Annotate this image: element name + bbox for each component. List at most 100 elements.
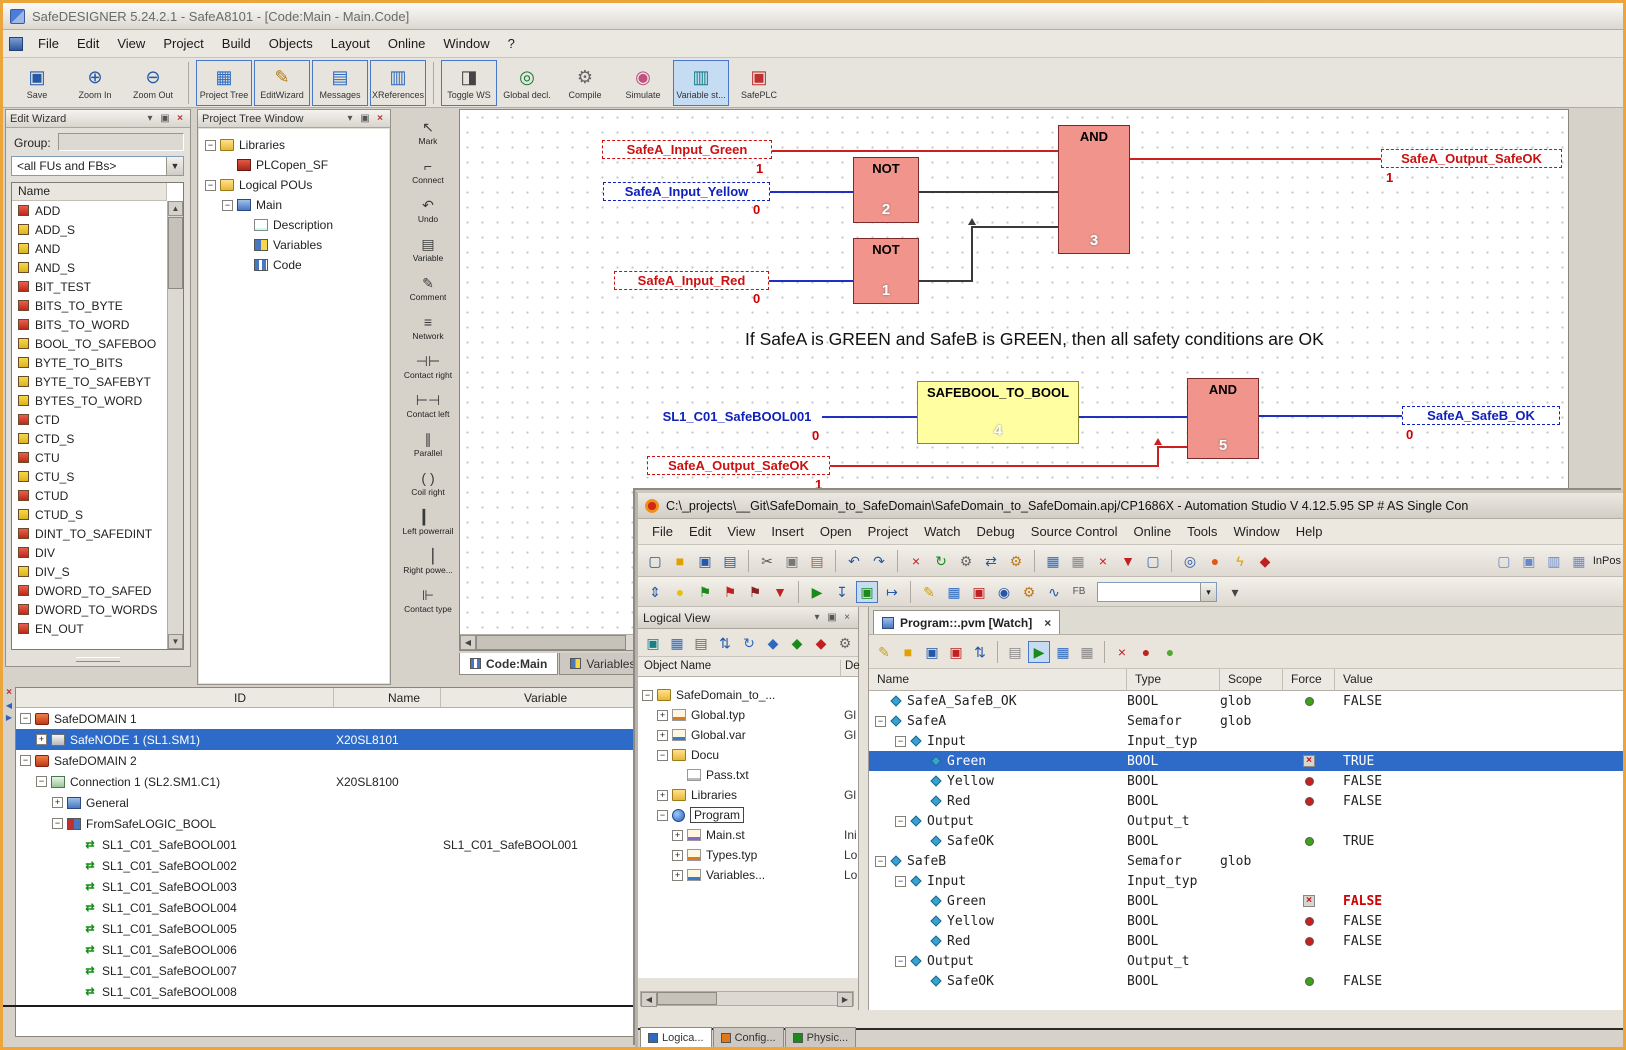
fb-item-bits-to-word[interactable]: BITS_TO_WORD	[12, 315, 183, 334]
comment-tool[interactable]: ✎ Comment	[399, 269, 457, 308]
lv-item-docu[interactable]: − Docu	[638, 745, 858, 765]
close-icon[interactable]: ×	[1044, 616, 1051, 630]
dock-arrow-icon[interactable]: ▾	[344, 113, 356, 124]
tree-item-main[interactable]: − Main	[199, 195, 389, 215]
force-button[interactable]: ▣	[968, 581, 990, 603]
toggle-ws-button[interactable]: ◨ Toggle WS	[441, 59, 497, 106]
variable-tool[interactable]: ▤ Variable	[399, 230, 457, 269]
save-all-button[interactable]: ▤	[719, 550, 741, 572]
expand-view-button[interactable]: ⇕	[644, 581, 666, 603]
fbd-var-safea-input-red[interactable]: SafeA_Input_Red	[614, 271, 769, 290]
fbd-var-safea-input-green[interactable]: SafeA_Input_Green	[602, 140, 772, 159]
close-icon[interactable]: ×	[6, 688, 12, 698]
fbd-block-not-1[interactable]: NOT 1	[853, 238, 919, 304]
watch-row-yellow[interactable]: Yellow BOOL FALSE	[869, 911, 1623, 931]
tree-item-code[interactable]: Code	[199, 255, 389, 275]
trace-button[interactable]: ∿	[1043, 581, 1065, 603]
note-button[interactable]: ✎	[918, 581, 940, 603]
scroll-left-icon[interactable]: ◀	[6, 701, 12, 710]
fbd-block-and-3[interactable]: AND 3	[1058, 125, 1130, 254]
fbd-var-safea-safeb-ok[interactable]: SafeA_SafeB_OK	[1402, 406, 1560, 425]
close-icon[interactable]: ×	[374, 113, 386, 124]
lv-item-global-var[interactable]: + Global.var Gl	[638, 725, 858, 745]
lv-item-program[interactable]: − Program	[638, 805, 858, 825]
watch-row-safeb[interactable]: − SafeB Semafor glob	[869, 851, 1623, 871]
copy-button[interactable]: ▣	[781, 550, 803, 572]
redo-button[interactable]: ↷	[868, 550, 890, 572]
group-field[interactable]	[58, 133, 184, 151]
scroll-down-icon[interactable]: ▼	[168, 634, 183, 649]
remove-object-button[interactable]: ◆	[810, 632, 832, 654]
collapse-expander-icon[interactable]: −	[895, 815, 906, 827]
grid-button[interactable]: ▦	[666, 632, 688, 654]
column-divider[interactable]	[440, 688, 441, 707]
edit-button[interactable]: ✎	[873, 641, 895, 663]
contact-type-tool[interactable]: ⊩ Contact type	[399, 581, 457, 620]
dropdown-arrow-icon[interactable]: ▼	[166, 157, 183, 175]
as-menu-tools[interactable]: Tools	[1179, 521, 1225, 542]
contact-left-tool[interactable]: ⊢⊣ Contact left	[399, 386, 457, 425]
dock-arrow-icon[interactable]: ▾	[144, 113, 156, 124]
link-button[interactable]: ◆	[762, 632, 784, 654]
lv-item-variables[interactable]: + Variables... Lo	[638, 865, 858, 885]
expand-expander-icon[interactable]: +	[672, 849, 683, 861]
as-menu-window[interactable]: Window	[1225, 521, 1287, 542]
scroll-up-icon[interactable]: ▲	[168, 201, 183, 216]
expand-expander-icon[interactable]: +	[657, 729, 668, 741]
scroll-left-icon[interactable]: ◀	[460, 635, 476, 650]
more-button[interactable]: ▾	[1224, 581, 1246, 603]
lv-item-safedomain-to[interactable]: − SafeDomain_to_...	[638, 685, 858, 705]
tree-item-variables[interactable]: Variables	[199, 235, 389, 255]
undo-button[interactable]: ↶	[843, 550, 865, 572]
fb-item-add[interactable]: ADD	[12, 201, 183, 220]
tree-item-logical-pous[interactable]: − Logical POUs	[199, 175, 389, 195]
collapse-expander-icon[interactable]: −	[205, 179, 216, 191]
fb-item-byte-to-bits[interactable]: BYTE_TO_BITS	[12, 353, 183, 372]
fb-item-bits-to-byte[interactable]: BITS_TO_BYTE	[12, 296, 183, 315]
as-menu-open[interactable]: Open	[812, 521, 860, 542]
save-button[interactable]: ▣	[694, 550, 716, 572]
collapse-expander-icon[interactable]: −	[875, 715, 886, 727]
collapse-expander-icon[interactable]: −	[657, 809, 668, 821]
mdi-child-icon[interactable]	[9, 36, 23, 51]
fb-item-bytes-to-word[interactable]: BYTES_TO_WORD	[12, 391, 183, 410]
tree-item-plcopen-sf[interactable]: PLCopen_SF	[199, 155, 389, 175]
scrollbar-thumb[interactable]	[476, 635, 626, 650]
expand-expander-icon[interactable]: +	[672, 869, 683, 881]
sd-menu-file[interactable]: File	[29, 32, 68, 55]
monitor-button[interactable]: ▶	[1028, 640, 1050, 663]
fb-item-ctud[interactable]: CTUD	[12, 486, 183, 505]
fbd-var-safea-input-yellow[interactable]: SafeA_Input_Yellow	[603, 182, 770, 201]
monitor-button[interactable]: ▣	[642, 632, 664, 654]
tree-item-libraries[interactable]: − Libraries	[199, 135, 389, 155]
fb-item-ctud-s[interactable]: CTUD_S	[12, 505, 183, 524]
add-object-button[interactable]: ◆	[786, 632, 808, 654]
close-icon[interactable]: ×	[174, 113, 186, 124]
dropdown-arrow-icon[interactable]: ▾	[1200, 582, 1216, 601]
watch-row-safeok[interactable]: SafeOK BOOL FALSE	[869, 971, 1623, 991]
lv-item-pass-txt[interactable]: Pass.txt	[638, 765, 858, 785]
flag-green-button[interactable]: ⚑	[694, 581, 716, 603]
scrollbar-thumb[interactable]	[657, 992, 717, 1005]
collapse-expander-icon[interactable]: −	[20, 713, 31, 724]
global-decl-button[interactable]: ◎ Global decl.	[499, 60, 555, 106]
expand-expander-icon[interactable]: +	[657, 789, 668, 801]
watch-grid-button[interactable]: ▦	[943, 581, 965, 603]
fb-list-scrollbar[interactable]: ▲ ▼	[167, 201, 183, 649]
run-button[interactable]: ▶	[806, 581, 828, 603]
as-menu-online[interactable]: Online	[1126, 521, 1180, 542]
transfer-button[interactable]: ⇄	[980, 550, 1002, 572]
sort-button[interactable]: ⇅	[714, 632, 736, 654]
as-menu-file[interactable]: File	[644, 521, 681, 542]
window-4-button[interactable]: ▦	[1568, 550, 1590, 572]
window-3-button[interactable]: ▥	[1543, 550, 1565, 572]
watch-row-yellow[interactable]: Yellow BOOL FALSE	[869, 771, 1623, 791]
collapse-expander-icon[interactable]: −	[657, 749, 668, 761]
export-button[interactable]: ▼	[1117, 550, 1139, 572]
mark-tool[interactable]: ↖ Mark	[399, 113, 457, 152]
tab-variables[interactable]: Variables	[559, 653, 647, 675]
collapse-expander-icon[interactable]: −	[205, 139, 216, 151]
column-header-value[interactable]: Value	[1335, 669, 1623, 690]
reorder-button[interactable]: ⇅	[969, 641, 991, 663]
sd-menu-window[interactable]: Window	[434, 32, 498, 55]
